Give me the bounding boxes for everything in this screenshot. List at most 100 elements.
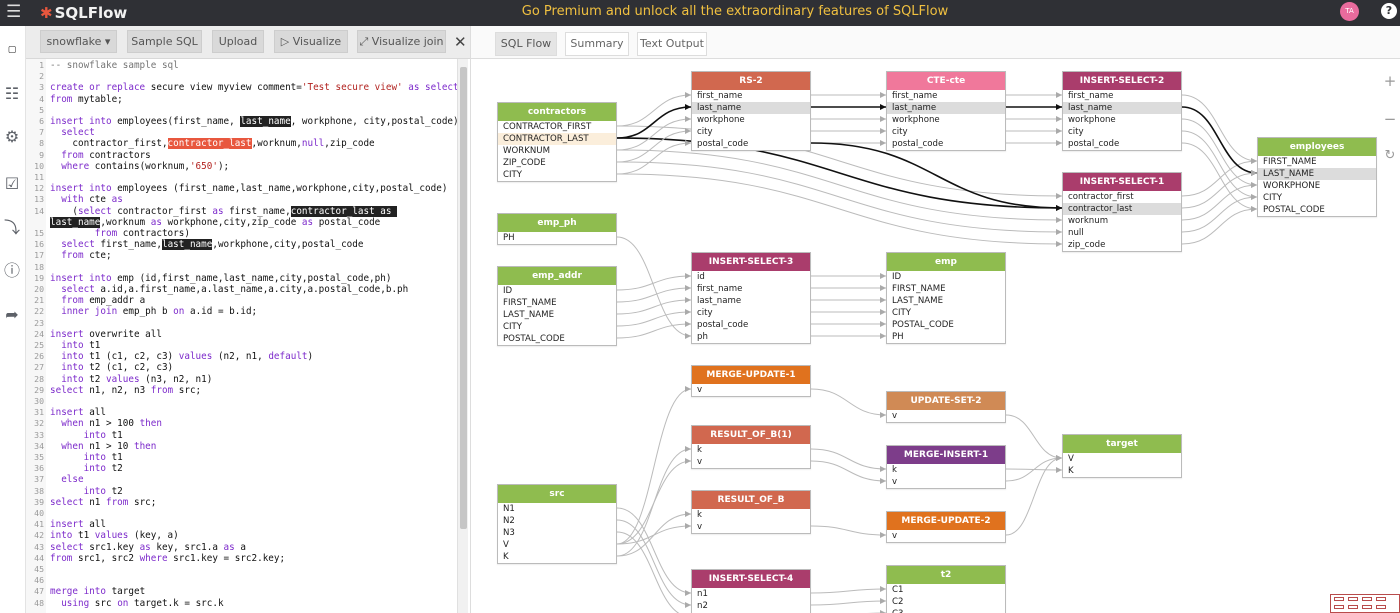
node-column[interactable]: workphone	[692, 114, 810, 126]
node-contractors[interactable]: contractors CONTRACTOR_FIRST CONTRACTOR_LA…	[497, 102, 617, 182]
upload-button[interactable]: Upload	[212, 30, 264, 53]
node-rob[interactable]: RESULT_OF_B k v	[691, 490, 811, 534]
node-column[interactable]: N3	[498, 527, 616, 539]
node-column[interactable]: C2	[887, 596, 1005, 608]
tab-sql-flow[interactable]: SQL Flow	[495, 32, 557, 56]
node-column[interactable]: postal_code	[1063, 138, 1181, 150]
node-rob1[interactable]: RESULT_OF_B(1) k v	[691, 425, 811, 469]
node-column[interactable]: postal_code	[692, 319, 810, 331]
node-column[interactable]: CITY	[498, 169, 616, 181]
node-column[interactable]: POSTAL_CODE	[887, 319, 1005, 331]
download-icon[interactable]: ⤵	[2, 218, 22, 238]
node-column[interactable]: PH	[887, 331, 1005, 343]
node-column[interactable]: postal_code	[692, 138, 810, 150]
node-is2[interactable]: INSERT-SELECT-2 first_name last_name workph…	[1062, 71, 1182, 151]
node-column[interactable]: K	[498, 551, 616, 563]
node-column[interactable]: first_name	[692, 283, 810, 295]
node-column[interactable]: last_name	[887, 102, 1005, 114]
node-column[interactable]: v	[692, 456, 810, 468]
node-mu2[interactable]: MERGE-UPDATE-2 v	[886, 511, 1006, 543]
node-column[interactable]: city	[1063, 126, 1181, 138]
node-column[interactable]: FIRST_NAME	[887, 283, 1005, 295]
lineage-diagram[interactable]: contractors CONTRACTOR_FIRST CONTRACTOR_LA…	[470, 59, 1400, 613]
node-column[interactable]: PH	[498, 232, 616, 244]
checkbox-icon[interactable]: ☑	[2, 174, 22, 194]
node-column[interactable]: K	[1063, 465, 1181, 477]
database-dropdown[interactable]: snowflake ▾	[40, 30, 117, 53]
node-column[interactable]: ID	[887, 271, 1005, 283]
node-column[interactable]: worknum	[1063, 215, 1181, 227]
node-column[interactable]: ZIP_CODE	[498, 157, 616, 169]
node-emp[interactable]: emp ID FIRST_NAME LAST_NAME CITY POSTAL_CODE P…	[886, 252, 1006, 344]
node-src[interactable]: src N1 N2 N3 V K	[497, 484, 617, 564]
sql-editor[interactable]: 1 2 3 4 5 6 7 8 9 10 11 12 13 14 15 16 17 18 19 20 21 22 23 24 2…	[26, 59, 457, 613]
node-column[interactable]: CONTRACTOR_FIRST	[498, 121, 616, 133]
editor-scrollbar[interactable]	[457, 59, 468, 613]
node-column[interactable]: LAST_NAME	[887, 295, 1005, 307]
node-column[interactable]: city	[692, 307, 810, 319]
node-column[interactable]: first_name	[887, 90, 1005, 102]
node-column[interactable]: V	[498, 539, 616, 551]
node-t2[interactable]: t2C1C2C3	[886, 565, 1006, 613]
node-column[interactable]: last_name	[1063, 102, 1181, 114]
node-column[interactable]: ID	[498, 285, 616, 297]
node-column[interactable]: FIRST_NAME	[498, 297, 616, 309]
node-column[interactable]: city	[692, 126, 810, 138]
node-column[interactable]: null	[1063, 227, 1181, 239]
node-column[interactable]: zip_code	[1063, 239, 1181, 251]
node-column[interactable]: workphone	[887, 114, 1005, 126]
node-target[interactable]: target V K	[1062, 434, 1182, 478]
node-column[interactable]: postal_code	[887, 138, 1005, 150]
info-icon[interactable]: ⓘ	[2, 261, 22, 281]
node-column[interactable]: n1	[692, 588, 810, 600]
node-emp_addr[interactable]: emp_addr ID FIRST_NAME LAST_NAME CITY POSTAL_…	[497, 266, 617, 346]
node-column[interactable]: v	[887, 530, 1005, 542]
tab-summary[interactable]: Summary	[565, 32, 629, 56]
help-icon[interactable]: ?	[1381, 3, 1397, 19]
minimap[interactable]	[1330, 594, 1400, 613]
node-column[interactable]: k	[692, 509, 810, 521]
node-cte[interactable]: CTE-cte first_name last_name workphone city p…	[886, 71, 1006, 151]
node-column[interactable]: POSTAL_CODE	[498, 333, 616, 345]
node-column[interactable]: WORKNUM	[498, 145, 616, 157]
node-column[interactable]: WORKPHONE	[1258, 180, 1376, 192]
node-column[interactable]: last_name	[692, 295, 810, 307]
node-column[interactable]: CITY	[887, 307, 1005, 319]
node-column[interactable]: CONTRACTOR_LAST	[498, 133, 616, 145]
visualize-button[interactable]: ▷ Visualize	[274, 30, 348, 53]
node-is1[interactable]: INSERT-SELECT-1 contractor_first contracto…	[1062, 172, 1182, 252]
node-column[interactable]: k	[887, 464, 1005, 476]
node-column[interactable]: k	[692, 444, 810, 456]
node-column[interactable]: v	[887, 410, 1005, 422]
database-icon[interactable]: ☷	[2, 84, 22, 104]
node-rs2[interactable]: RS-2 first_name last_name workphone city post…	[691, 71, 811, 151]
premium-banner[interactable]: Go Premium and unlock all the extraordin…	[0, 4, 1400, 19]
visualize-join-button[interactable]: ⤢ Visualize join	[357, 30, 446, 53]
close-icon[interactable]: ✕	[454, 33, 467, 51]
node-us2[interactable]: UPDATE-SET-2 v	[886, 391, 1006, 423]
node-column[interactable]: contractor_first	[1063, 191, 1181, 203]
node-column[interactable]: workphone	[1063, 114, 1181, 126]
gear-icon[interactable]: ⚙	[2, 127, 22, 147]
share-icon[interactable]: ➦	[2, 305, 22, 325]
node-column[interactable]: id	[692, 271, 810, 283]
node-mu1[interactable]: MERGE-UPDATE-1 v	[691, 365, 811, 397]
node-column[interactable]: last_name	[692, 102, 810, 114]
node-column[interactable]: CITY	[498, 321, 616, 333]
scrollbar-thumb[interactable]	[460, 67, 467, 529]
tab-text-output[interactable]: Text Output	[637, 32, 707, 56]
node-column[interactable]: N1	[498, 503, 616, 515]
node-column[interactable]: POSTAL_CODE	[1258, 204, 1376, 216]
node-column[interactable]: city	[887, 126, 1005, 138]
node-column[interactable]: ph	[692, 331, 810, 343]
node-emp_ph[interactable]: emp_ph PH	[497, 213, 617, 245]
node-is4[interactable]: INSERT-SELECT-4n1n2n3	[691, 569, 811, 613]
sql-file-icon[interactable]: ▢	[2, 40, 22, 60]
node-column[interactable]: C3	[887, 608, 1005, 613]
node-employees[interactable]: employees FIRST_NAME LAST_NAME WORKPHONE CIT…	[1257, 137, 1377, 217]
node-column[interactable]: CITY	[1258, 192, 1376, 204]
node-column[interactable]: contractor_last	[1063, 203, 1181, 215]
avatar[interactable]: TA	[1340, 2, 1359, 21]
node-column[interactable]: v	[887, 476, 1005, 488]
node-column[interactable]: N2	[498, 515, 616, 527]
